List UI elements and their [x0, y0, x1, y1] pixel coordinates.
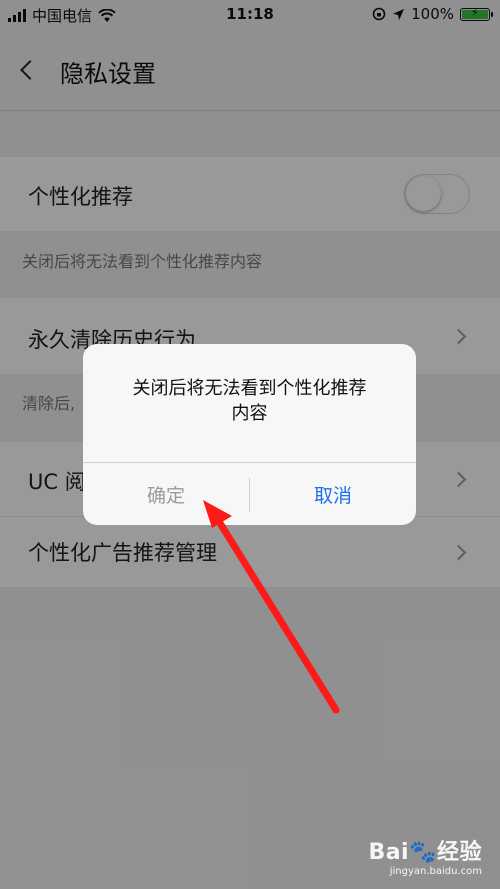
watermark: Bai🐾经验 jingyan.baidu.com	[368, 834, 482, 877]
confirm-button[interactable]: 确定	[83, 463, 249, 525]
watermark-url: jingyan.baidu.com	[389, 866, 482, 877]
cancel-button[interactable]: 取消	[250, 463, 416, 525]
alert-dialog: 关闭后将无法看到个性化推荐 内容 确定 取消	[83, 344, 416, 525]
watermark-logo: Bai🐾经验	[368, 840, 482, 865]
dialog-message: 关闭后将无法看到个性化推荐 内容	[132, 378, 367, 424]
settings-screen: 中国电信 11:18 100% ⚡ 隐私设置 个性化推荐 关闭后将无法看到个性化…	[0, 0, 500, 889]
